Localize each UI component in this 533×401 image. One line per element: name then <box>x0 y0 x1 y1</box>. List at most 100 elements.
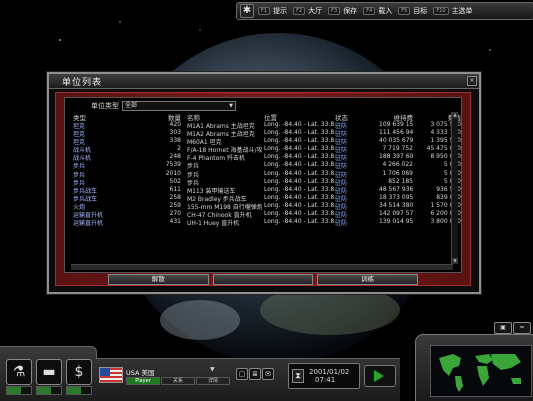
menu-lobby[interactable]: F2 大厅 <box>293 6 322 16</box>
table-row[interactable]: 坦克 338 M60A1 坦克 Long. -84.40 - Lat. 33.83 驻防… <box>71 137 461 146</box>
game-date: 2001/01/02 <box>309 368 350 376</box>
dialog-buttons: 解散 训练 <box>108 274 419 285</box>
cell-upkeep: 1 706 069 <box>382 169 413 177</box>
hotkey-label: F5 <box>398 7 411 15</box>
cell-location: Long. -84.40 - Lat. 33.83 <box>264 121 334 128</box>
monitor-icon[interactable]: ▢ <box>236 368 248 380</box>
cell-count: 259 <box>169 201 181 209</box>
tank-icon[interactable]: ▬ <box>36 359 62 385</box>
menu-label: 目标 <box>413 7 428 15</box>
table-row[interactable]: 战斗机 248 F-4 Phantom 歼击机 Long. -84.40 - Lat.… <box>71 153 461 162</box>
train-button[interactable]: 训练 <box>317 274 419 285</box>
table-header: 类型 数量 名称 位置 状态 维持费 数值 <box>71 112 461 122</box>
table-row[interactable]: 步兵战车 611 M113 装甲输送车 Long. -84.40 - Lat. 33.… <box>71 185 461 195</box>
minimap-toggle-icon[interactable]: ▣ <box>494 322 512 334</box>
menu-label: 保存 <box>343 7 358 15</box>
table-row[interactable]: 战斗机 2 F/A-18 Hornet 海基战斗/攻 Long. -84.40 - L… <box>71 145 461 154</box>
cell-upkeep: 4 266 022 <box>382 161 413 169</box>
cell-upkeep: 111 456 947 <box>379 129 413 137</box>
country-name: USA 美国 <box>126 369 155 377</box>
cell-location: Long. -84.40 - Lat. 33.83 <box>264 177 334 185</box>
menu-label: 大厅 <box>308 7 323 15</box>
scrollbar-thumb[interactable] <box>71 265 453 270</box>
unit-type-filter: 单位类型 全部 ▼ <box>91 101 236 111</box>
cell-count: 270 <box>169 210 181 218</box>
list-frame: 单位类型 全部 ▼ 类型 数量 名称 位置 状态 维持费 数值 坦克420M1A… <box>55 92 471 286</box>
cell-location: Long. -84.40 - Lat. 33.83 <box>264 185 334 193</box>
menu-objectives[interactable]: F5 目标 <box>398 6 427 16</box>
cell-upkeep: 139 014 956 <box>379 218 413 226</box>
disband-button[interactable]: 解散 <box>108 274 209 285</box>
chevron-down-icon[interactable]: ▼ <box>210 366 215 373</box>
cell-upkeep: 48 567 936 <box>379 185 413 193</box>
cell-count: 502 <box>169 177 181 185</box>
cell-count: 2010 <box>165 169 181 177</box>
money-icon[interactable]: $ <box>66 359 92 385</box>
unit-table-panel: 单位类型 全部 ▼ 类型 数量 名称 位置 状态 维持费 数值 坦克420M1A… <box>64 97 462 273</box>
cell-count: 420 <box>169 121 181 128</box>
cell-count: 258 <box>169 193 181 201</box>
menu-hint[interactable]: F1 提示 <box>258 6 287 16</box>
minimap-panel <box>415 334 533 401</box>
menu-load[interactable]: F4 载入 <box>363 6 392 16</box>
document-icon[interactable]: ≣ <box>249 368 261 380</box>
cell-count: 431 <box>169 218 181 226</box>
table-row[interactable]: 步兵 2010 步兵 Long. -84.40 - Lat. 33.83 驻防 1 706… <box>71 169 461 179</box>
table-row[interactable]: 坦克 420 M1A1 Abrams 主战坦克 Long. -84.40 - Lat.… <box>71 121 461 130</box>
game-clock: ⧗ 2001/01/02 07:41 <box>288 363 360 389</box>
cell-upkeep: 109 639 156 <box>379 121 413 128</box>
tab-relations[interactable]: 关系 <box>161 377 195 385</box>
close-icon[interactable]: × <box>467 76 477 86</box>
progress-bar <box>6 386 32 395</box>
table-row[interactable]: 运输直升机 431 UH-1 Huey 直升机 Long. -84.40 - Lat.… <box>71 218 461 228</box>
menu-main[interactable]: F10 主选单 <box>433 6 473 16</box>
minimap-filter-icon[interactable]: ≈ <box>513 322 531 334</box>
country-panel: USA 美国 ▼ Player 关系 详情 ▢ ≣ ✉ ⧗ 2001/01/02… <box>96 358 400 401</box>
gear-icon[interactable]: ✱ <box>240 4 254 18</box>
cell-count: 338 <box>169 137 181 145</box>
table-row[interactable]: 步兵战车 258 M2 Bradley 步兵战车 Long. -84.40 - Lat… <box>71 193 461 203</box>
unit-type-select[interactable]: 全部 ▼ <box>122 101 236 111</box>
cell-location: Long. -84.40 - Lat. 33.83 <box>264 161 334 169</box>
table-row[interactable]: 坦克 303 M1A2 Abrams 主战坦克 Long. -84.40 - Lat.… <box>71 129 461 138</box>
play-speed-button[interactable] <box>364 365 396 387</box>
cell-count: 7539 <box>165 161 181 169</box>
mail-icon[interactable]: ✉ <box>262 368 274 380</box>
cell-location: Long. -84.40 - Lat. 33.83 <box>264 129 334 137</box>
table-row[interactable]: 运输直升机 270 CH-47 Chinook 直升机 Long. -84.40 - … <box>71 210 461 219</box>
cell-location: Long. -84.40 - Lat. 33.83 <box>264 169 334 177</box>
scroll-up-icon[interactable]: ▲ <box>452 112 458 118</box>
research-icon[interactable]: ⚗ <box>6 359 32 385</box>
filter-label: 单位类型 <box>91 102 119 110</box>
cell-upkeep: 852 185 <box>388 177 413 185</box>
horizontal-scrollbar[interactable] <box>71 264 453 270</box>
tab-player[interactable]: Player <box>126 377 160 385</box>
table-row[interactable]: 火炮 259 155-mm M198 自行榴弹炮 Long. -84.40 - Lat… <box>71 201 461 211</box>
menu-save[interactable]: F3 保存 <box>328 6 357 16</box>
chevron-down-icon: ▼ <box>229 103 233 109</box>
cell-location: Long. -84.40 - Lat. 33.83 <box>264 201 334 209</box>
hotkey-label: F2 <box>293 7 306 15</box>
window-titlebar[interactable]: 单位列表 × <box>49 74 479 89</box>
progress-bar <box>66 386 92 395</box>
play-icon <box>374 370 384 382</box>
tab-details[interactable]: 详情 <box>196 377 230 385</box>
disabled-button[interactable] <box>212 274 314 285</box>
vertical-scrollbar[interactable]: ▲ ▼ <box>451 112 458 264</box>
cell-location: Long. -84.40 - Lat. 33.83 <box>264 145 334 153</box>
cell-upkeep: 188 397 605 <box>379 153 413 161</box>
hourglass-icon[interactable]: ⧗ <box>292 369 304 383</box>
cell-upkeep: 142 097 579 <box>379 210 413 218</box>
cell-status: 驻防 <box>335 220 348 228</box>
game-time: 07:41 <box>315 376 336 384</box>
world-minimap[interactable] <box>430 345 532 397</box>
cell-upkeep: 34 514 380 <box>379 201 413 209</box>
table-row[interactable]: 步兵 7539 步兵 Long. -84.40 - Lat. 33.83 驻防 4 266… <box>71 161 461 170</box>
usa-flag-icon <box>99 367 123 383</box>
menu-label: 主选单 <box>451 7 473 15</box>
unit-table-body: 坦克 420 M1A1 Abrams 主战坦克 Long. -84.40 - Lat.… <box>71 121 461 228</box>
hotkey-label: F3 <box>328 7 341 15</box>
table-row[interactable]: 步兵 502 步兵 Long. -84.40 - Lat. 33.83 驻防 852 18… <box>71 177 461 187</box>
hotkey-label: F1 <box>258 7 271 15</box>
unit-list-window: 单位列表 × 单位类型 全部 ▼ 类型 数量 名称 位置 状态 维持费 数值 坦… <box>47 72 481 294</box>
